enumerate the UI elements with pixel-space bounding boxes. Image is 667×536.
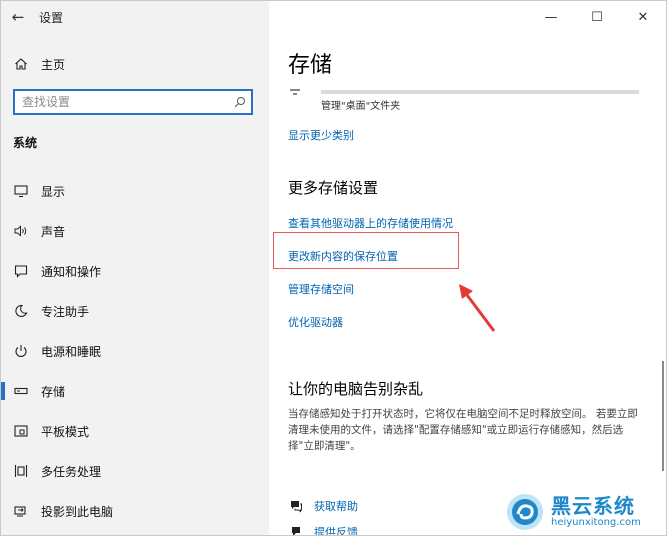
- usage-bar: [321, 90, 639, 94]
- sidebar-item-label: 投影到此电脑: [41, 504, 114, 519]
- monitor-icon: [13, 183, 29, 199]
- watermark: 黑云系统 heiyunxitong.com: [503, 489, 666, 535]
- window-title: 设置: [39, 10, 64, 25]
- title-bar: ← 设置: [1, 1, 269, 33]
- sidebar: ← 设置 主页 系统 显示: [1, 1, 269, 535]
- notification-icon: [13, 263, 29, 279]
- back-button[interactable]: ←: [1, 1, 35, 33]
- search-input[interactable]: [15, 91, 229, 113]
- folder-label: 管理"桌面"文件夹: [321, 101, 401, 112]
- search-icon[interactable]: [229, 96, 251, 108]
- sidebar-item-label: 声音: [41, 224, 66, 239]
- more-storage-heading: 更多存储设置: [288, 179, 379, 197]
- change-save-location-link[interactable]: 更改新内容的保存位置: [288, 248, 398, 264]
- nav-list: 显示 声音 通知和操作 专注助手 电源和睡眠 存储 平板模式 多任务处理 投影到…: [1, 171, 269, 531]
- settings-window: ← 设置 主页 系统 显示: [0, 0, 667, 536]
- declutter-description: 当存储感知处于打开状态时，它将仅在电脑空间不足时释放空间。 若要立即清理未使用的…: [288, 408, 638, 452]
- show-fewer-categories-link[interactable]: 显示更少类别: [288, 127, 354, 143]
- manage-storage-spaces-link[interactable]: 管理存储空间: [288, 281, 354, 297]
- sidebar-item-label: 存储: [41, 384, 66, 399]
- get-help-link[interactable]: 获取帮助: [288, 497, 358, 515]
- sidebar-item-home[interactable]: 主页: [1, 51, 269, 77]
- moon-icon: [13, 303, 29, 319]
- feedback-icon: [288, 524, 304, 535]
- home-icon: [13, 56, 29, 72]
- scrollbar[interactable]: [662, 361, 664, 471]
- desktop-folder-icon: [288, 81, 302, 100]
- sidebar-item-label: 主页: [41, 57, 66, 72]
- multitask-icon: [13, 463, 29, 479]
- watermark-name: 黑云系统: [551, 494, 635, 518]
- storage-icon: [13, 383, 29, 399]
- sidebar-item-label: 专注助手: [41, 304, 90, 319]
- give-feedback-link[interactable]: 提供反馈: [288, 523, 358, 536]
- watermark-logo-icon: [507, 494, 543, 530]
- project-icon: [13, 503, 29, 519]
- page-title: 存储: [288, 53, 333, 78]
- watermark-text: 黑云系统 heiyunxitong.com: [551, 495, 641, 529]
- sidebar-item-tablet-mode[interactable]: 平板模式: [1, 411, 269, 451]
- power-icon: [13, 343, 29, 359]
- speaker-icon: [13, 223, 29, 239]
- sidebar-item-focus-assist[interactable]: 专注助手: [1, 291, 269, 331]
- search-box: [13, 89, 253, 115]
- give-feedback-label: 提供反馈: [314, 526, 358, 536]
- sidebar-item-label: 多任务处理: [41, 464, 102, 479]
- watermark-url: heiyunxitong.com: [551, 517, 641, 528]
- sidebar-item-label: 通知和操作: [41, 264, 102, 279]
- sidebar-item-sound[interactable]: 声音: [1, 211, 269, 251]
- sidebar-item-storage[interactable]: 存储: [1, 371, 269, 411]
- section-heading-system: 系统: [13, 136, 38, 150]
- sidebar-item-project[interactable]: 投影到此电脑: [1, 491, 269, 531]
- main-content: 存储 管理"桌面"文件夹 显示更少类别 更多存储设置 查看其他驱动器上的存储使用…: [269, 1, 666, 535]
- view-other-drives-link[interactable]: 查看其他驱动器上的存储使用情况: [288, 215, 453, 231]
- sidebar-item-notifications[interactable]: 通知和操作: [1, 251, 269, 291]
- back-arrow-icon: ←: [11, 8, 25, 26]
- sidebar-item-label: 平板模式: [41, 424, 90, 439]
- sidebar-item-power[interactable]: 电源和睡眠: [1, 331, 269, 371]
- tablet-icon: [13, 423, 29, 439]
- sidebar-item-label: 显示: [41, 184, 66, 199]
- sidebar-item-multitasking[interactable]: 多任务处理: [1, 451, 269, 491]
- get-help-label: 获取帮助: [314, 500, 358, 513]
- sidebar-item-display[interactable]: 显示: [1, 171, 269, 211]
- optimize-drives-link[interactable]: 优化驱动器: [288, 314, 343, 330]
- help-chat-icon: [288, 498, 304, 514]
- sidebar-item-label: 电源和睡眠: [41, 344, 102, 359]
- declutter-heading: 让你的电脑告别杂乱: [288, 380, 424, 398]
